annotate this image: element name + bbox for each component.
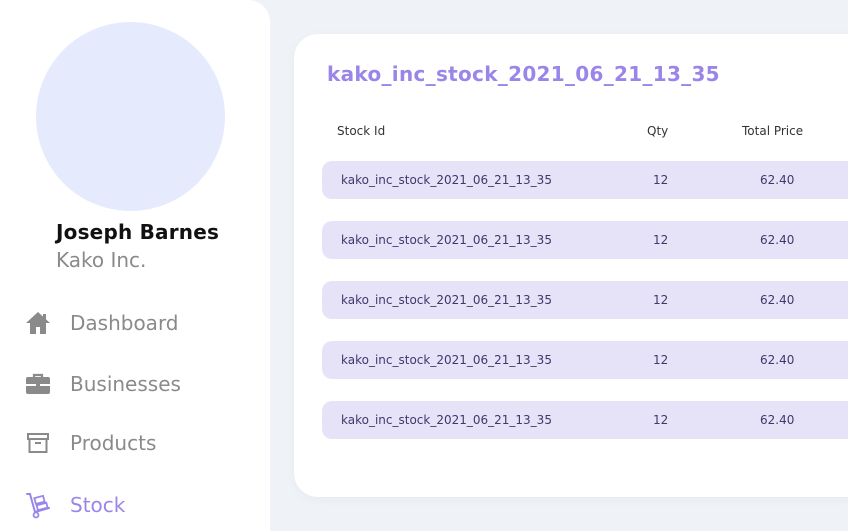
sidebar-item-dashboard[interactable]: Dashboard <box>24 306 254 340</box>
stock-id-cell: kako_inc_stock_2021_06_21_13_35 <box>341 353 552 367</box>
table-row[interactable]: kako_inc_stock_2021_06_21_13_35 12 62.40 <box>322 401 848 439</box>
qty-cell: 12 <box>653 173 669 187</box>
sidebar-item-label: Businesses <box>70 372 181 396</box>
total-price-cell: 62.40 <box>760 353 795 367</box>
home-icon <box>24 309 52 337</box>
stock-id-cell: kako_inc_stock_2021_06_21_13_35 <box>341 233 552 247</box>
table-row[interactable]: kako_inc_stock_2021_06_21_13_35 12 62.40 <box>322 221 848 259</box>
avatar[interactable] <box>36 22 225 211</box>
sidebar: Joseph Barnes Kako Inc. Dashboard Busine… <box>0 0 270 531</box>
sidebar-item-label: Stock <box>70 493 126 517</box>
table-row[interactable]: kako_inc_stock_2021_06_21_13_35 12 62.40 <box>322 341 848 379</box>
total-price-cell: 62.40 <box>760 413 795 427</box>
qty-cell: 12 <box>653 293 669 307</box>
stock-id-cell: kako_inc_stock_2021_06_21_13_35 <box>341 293 552 307</box>
qty-cell: 12 <box>653 233 669 247</box>
page-title: kako_inc_stock_2021_06_21_13_35 <box>327 62 720 86</box>
archive-box-icon <box>24 429 52 457</box>
column-header-qty: Qty <box>647 124 669 138</box>
stock-detail-card: kako_inc_stock_2021_06_21_13_35 Stock Id… <box>294 34 848 497</box>
column-header-total-price: Total Price <box>742 124 804 138</box>
user-company: Kako Inc. <box>56 248 147 272</box>
table-row[interactable]: kako_inc_stock_2021_06_21_13_35 12 62.40 <box>322 161 848 199</box>
qty-cell: 12 <box>653 353 669 367</box>
qty-cell: 12 <box>653 413 669 427</box>
stock-id-cell: kako_inc_stock_2021_06_21_13_35 <box>341 173 552 187</box>
briefcase-icon <box>24 370 52 398</box>
sidebar-item-stock[interactable]: Stock <box>24 488 254 522</box>
table-row[interactable]: kako_inc_stock_2021_06_21_13_35 12 62.40 <box>322 281 848 319</box>
column-header-stock-id: Stock Id <box>337 124 386 138</box>
stock-id-cell: kako_inc_stock_2021_06_21_13_35 <box>341 413 552 427</box>
hand-truck-icon <box>24 491 52 519</box>
total-price-cell: 62.40 <box>760 233 795 247</box>
user-name: Joseph Barnes <box>56 220 220 244</box>
sidebar-item-label: Products <box>70 431 157 455</box>
total-price-cell: 62.40 <box>760 293 795 307</box>
sidebar-item-products[interactable]: Products <box>24 426 254 460</box>
sidebar-item-businesses[interactable]: Businesses <box>24 367 254 401</box>
sidebar-item-label: Dashboard <box>70 311 179 335</box>
total-price-cell: 62.40 <box>760 173 795 187</box>
